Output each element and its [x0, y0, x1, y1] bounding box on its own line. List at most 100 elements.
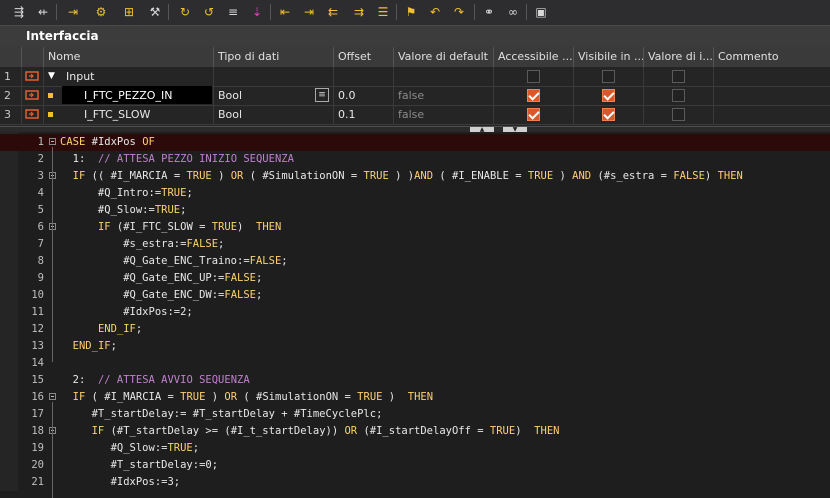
code-line[interactable]: 20 #T_startDelay:=0; — [0, 457, 830, 474]
flag-icon[interactable]: ⚑ — [402, 3, 420, 21]
accessible-checkbox[interactable] — [527, 108, 540, 121]
code-line[interactable]: 16 IF ( #I_MARCIA = TRUE ) OR ( #Simulat… — [0, 389, 830, 406]
line-number: 9 — [37, 272, 44, 284]
member-icon-cell — [22, 86, 44, 105]
table-row[interactable]: 2 I_FTC_PEZZO_IN Bool ≡ 0.0 false — [0, 86, 830, 106]
accessible-cell[interactable] — [494, 86, 574, 105]
setpoint-cell[interactable] — [644, 105, 714, 124]
header-tipo[interactable]: Tipo di dati — [214, 47, 334, 67]
setpoint-checkbox[interactable] — [672, 70, 685, 83]
code-line[interactable]: 17 #T_startDelay:= #T_startDelay + #Time… — [0, 406, 830, 423]
code-line[interactable]: 5 #Q_Slow:=TRUE; — [0, 202, 830, 219]
return-icon[interactable]: ↶ — [426, 3, 444, 21]
code-line[interactable]: 15 2: // ATTESA AVVIO SEQUENZA — [0, 372, 830, 389]
align-icon[interactable]: ☰ — [374, 3, 392, 21]
code-line[interactable]: 9 #Q_Gate_ENC_UP:=FALSE; — [0, 270, 830, 287]
default-cell[interactable]: false — [394, 86, 494, 105]
comment-cell[interactable] — [714, 67, 830, 86]
interface-header[interactable]: Interfaccia — [0, 25, 830, 47]
code-line[interactable]: 11 #IdxPos:=2; — [0, 304, 830, 321]
collapse-icon[interactable]: ↺ — [200, 3, 218, 21]
code-line[interactable]: 8 #Q_Gate_ENC_Traino:=FALSE; — [0, 253, 830, 270]
insert-network-icon[interactable]: ⇶ — [10, 3, 28, 21]
visible-checkbox[interactable] — [602, 108, 615, 121]
code-line[interactable]: 12 END_IF; — [0, 321, 830, 338]
comment-cell[interactable] — [714, 105, 830, 124]
jump-icon[interactable]: ⇥ — [64, 3, 82, 21]
comment-cell[interactable] — [714, 86, 830, 105]
settings-icon[interactable]: ⚒ — [146, 3, 164, 21]
name-cell[interactable]: I_FTC_SLOW — [44, 105, 214, 124]
type-picker-icon[interactable]: ≡ — [315, 88, 329, 102]
header-accessible[interactable]: Accessibile ... — [494, 47, 574, 67]
setpoint-checkbox[interactable] — [672, 89, 685, 102]
monitor-icon[interactable]: ⚙ — [92, 3, 110, 21]
expand-triangle-icon[interactable]: ▼ — [48, 67, 55, 86]
indent-icon[interactable]: ⇉ — [350, 3, 368, 21]
code-line[interactable]: 18 IF (#T_startDelay >= (#I_t_startDelay… — [0, 423, 830, 440]
glasses-icon[interactable]: ∞ — [504, 3, 522, 21]
type-cell[interactable]: Bool ≡ — [214, 86, 334, 105]
visible-cell[interactable] — [574, 67, 644, 86]
list-icon[interactable]: ≡ — [224, 3, 242, 21]
accessible-cell[interactable] — [494, 67, 574, 86]
visible-checkbox[interactable] — [602, 70, 615, 83]
name-cell[interactable]: ▼ Input — [44, 67, 214, 86]
name-cell[interactable]: I_FTC_PEZZO_IN — [44, 86, 214, 105]
line-number: 8 — [37, 255, 44, 267]
interface-table: Nome Tipo di dati Offset Valore di defau… — [0, 47, 830, 126]
indent-right-icon[interactable]: ⇥ — [300, 3, 318, 21]
refresh-icon[interactable]: ↷ — [450, 3, 468, 21]
visible-checkbox[interactable] — [602, 89, 615, 102]
setpoint-cell[interactable] — [644, 86, 714, 105]
fold-toggle-icon[interactable] — [49, 393, 56, 400]
bookmark-icon[interactable]: ⇣ — [248, 3, 266, 21]
compare-icon[interactable]: ⚭ — [480, 3, 498, 21]
header-nome[interactable]: Nome — [44, 47, 214, 67]
setpoint-checkbox[interactable] — [672, 108, 685, 121]
code-text: #IdxPos:=2; — [60, 306, 193, 318]
table-row[interactable]: 3 I_FTC_SLOW Bool 0.1 false — [0, 105, 830, 125]
add-variable-icon[interactable]: ⊞ — [120, 3, 138, 21]
visible-cell[interactable] — [574, 86, 644, 105]
fold-guide — [52, 232, 53, 328]
visible-cell[interactable] — [574, 105, 644, 124]
accessible-checkbox[interactable] — [527, 70, 540, 83]
fold-toggle-icon[interactable] — [49, 138, 56, 145]
code-line[interactable]: 19 #Q_Slow:=TRUE; — [0, 440, 830, 457]
toolbar-separator — [270, 4, 271, 20]
bool-type-icon — [48, 112, 53, 117]
indent-left-icon[interactable]: ⇤ — [276, 3, 294, 21]
header-default[interactable]: Valore di default — [394, 47, 494, 67]
code-line[interactable]: 6 IF (#I_FTC_SLOW = TRUE) THEN — [0, 219, 830, 236]
code-line[interactable]: 2 1: // ATTESA PEZZO INIZIO SEQUENZA — [0, 151, 830, 168]
accessible-cell[interactable] — [494, 105, 574, 124]
code-text: CASE #IdxPos OF — [60, 136, 155, 148]
code-line[interactable]: 10 #Q_Gate_ENC_DW:=FALSE; — [0, 287, 830, 304]
default-cell[interactable] — [394, 67, 494, 86]
type-cell[interactable] — [214, 67, 334, 86]
header-offset[interactable]: Offset — [334, 47, 394, 67]
code-line[interactable]: 4 #Q_Intro:=TRUE; — [0, 185, 830, 202]
toolbar-separator — [56, 4, 57, 20]
code-line[interactable]: 7 #s_estra:=FALSE; — [0, 236, 830, 253]
header-comment[interactable]: Commento — [714, 47, 830, 67]
default-cell[interactable]: false — [394, 105, 494, 124]
remove-network-icon[interactable]: ⇷ — [34, 3, 52, 21]
code-line[interactable]: 1 CASE #IdxPos OF — [0, 134, 830, 151]
code-line[interactable]: 3 IF (( #I_MARCIA = TRUE ) OR ( #Simulat… — [0, 168, 830, 185]
header-visible[interactable]: Visibile in ... — [574, 47, 644, 67]
header-setpoint[interactable]: Valore di i... — [644, 47, 714, 67]
outdent-icon[interactable]: ⇇ — [324, 3, 342, 21]
code-text: #s_estra:=FALSE; — [60, 238, 225, 250]
code-line[interactable]: 14 — [0, 355, 830, 372]
table-row[interactable]: 1 ▼ Input — [0, 67, 830, 87]
setpoint-cell[interactable] — [644, 67, 714, 86]
code-line[interactable]: 21 #IdxPos:=3; — [0, 474, 830, 491]
type-cell[interactable]: Bool — [214, 105, 334, 124]
code-editor[interactable]: 1 CASE #IdxPos OF 2 1: // ATTESA PEZZO INI… — [0, 132, 830, 498]
code-line[interactable]: 13 END_IF; — [0, 338, 830, 355]
block-icon[interactable]: ▣ — [532, 3, 550, 21]
expand-icon[interactable]: ↻ — [176, 3, 194, 21]
accessible-checkbox[interactable] — [527, 89, 540, 102]
